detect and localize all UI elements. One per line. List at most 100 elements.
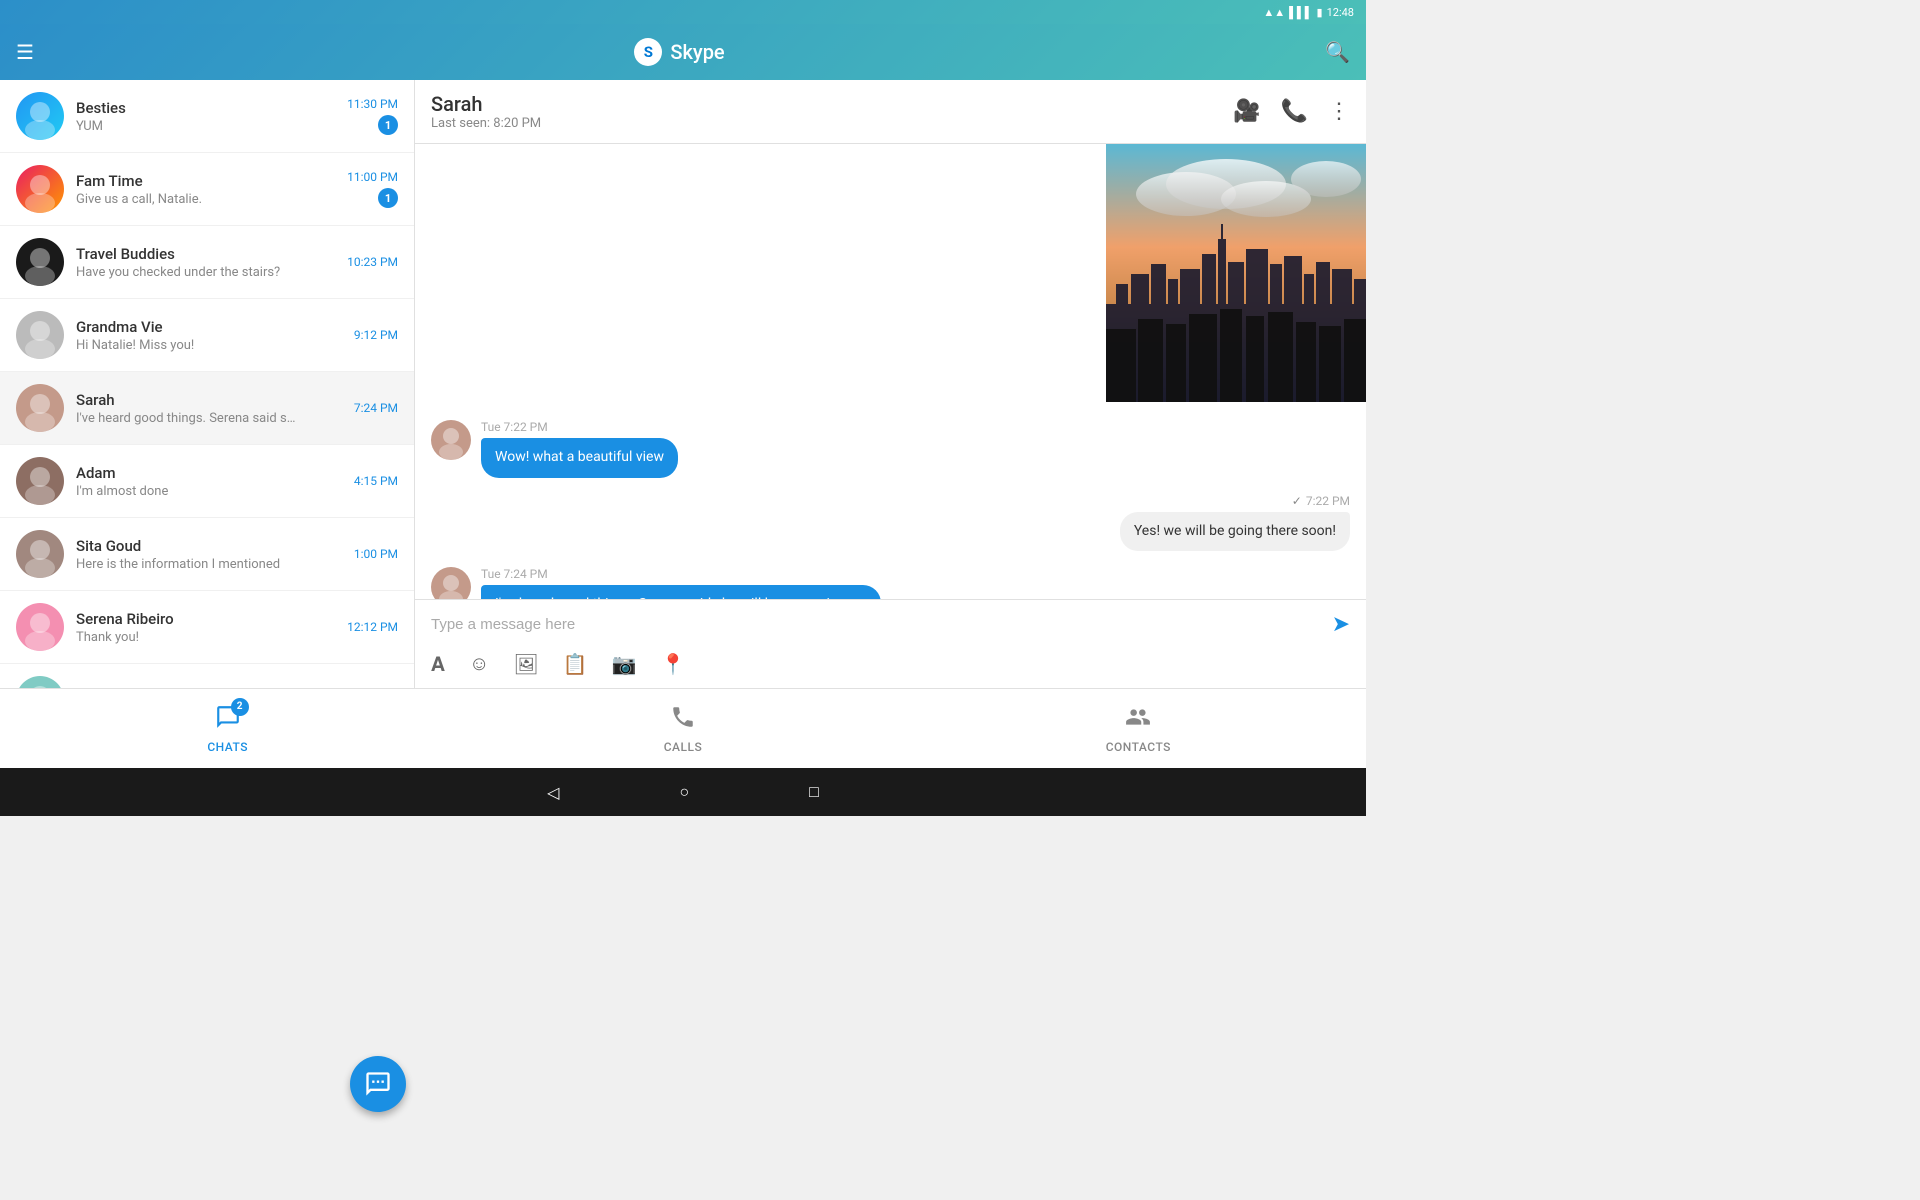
msg-timestamp-m3: Tue 7:24 PM (481, 567, 881, 581)
chat-list-item-fam-time[interactable]: Fam Time Give us a call, Natalie. 11:00 … (0, 153, 414, 226)
search-icon: 🔍 (1325, 40, 1350, 64)
chat-header-actions: 🎥 📞 ⋮ (1233, 99, 1350, 124)
chat-list-item-grandma-vie[interactable]: Grandma Vie Hi Natalie! Miss you! 9:12 P… (0, 299, 414, 372)
chat-list-item-kadii-bell[interactable]: Kadii Bell 12:05 PM (0, 664, 414, 688)
menu-icon: ☰ (16, 40, 34, 64)
chat-info-grandma-vie: Grandma Vie Hi Natalie! Miss you! (76, 318, 346, 353)
chat-list-item-sarah[interactable]: Sarah I've heard good things. Serena sai… (0, 372, 414, 445)
emoji-icon[interactable]: ☺ (469, 651, 489, 676)
chat-time-besties: 11:30 PM (347, 97, 398, 111)
msg-bubble-m3: I've heard good things. Serena said she … (481, 585, 881, 599)
recent-apps-button[interactable]: □ (809, 782, 819, 802)
app-title: S Skype (634, 38, 724, 66)
message-row-m1: Tue 7:22 PM Wow! what a beautiful view (431, 420, 1350, 478)
app-header: ☰ S Skype 🔍 (0, 24, 1366, 80)
logo-letter: S (644, 43, 653, 61)
video-call-icon[interactable]: 🎥 (1233, 99, 1260, 124)
chat-name-sita-goud: Sita Goud (76, 537, 346, 555)
home-button[interactable]: ○ (679, 782, 689, 802)
chat-preview-grandma-vie: Hi Natalie! Miss you! (76, 338, 296, 353)
chat-list-item-travel-buddies[interactable]: Travel Buddies Have you checked under th… (0, 226, 414, 299)
chat-meta-adam: 4:15 PM (354, 474, 398, 488)
chat-meta-besties: 11:30 PM 1 (347, 97, 398, 135)
message-input[interactable] (431, 616, 1324, 633)
chat-name-adam: Adam (76, 464, 346, 482)
chat-header: Sarah Last seen: 8:20 PM 🎥 📞 ⋮ (415, 80, 1366, 144)
chat-preview-travel-buddies: Have you checked under the stairs? (76, 265, 296, 280)
chat-list-item-sita-goud[interactable]: Sita Goud Here is the information I ment… (0, 518, 414, 591)
chat-meta-sita-goud: 1:00 PM (354, 547, 398, 561)
chat-info-besties: Besties YUM (76, 99, 339, 134)
message-avatar-m3 (431, 567, 471, 599)
chat-time-travel-buddies: 10:23 PM (347, 255, 398, 269)
chat-avatar-adam (16, 457, 64, 505)
chat-preview-adam: I'm almost done (76, 484, 296, 499)
nav-icon-contacts (1125, 704, 1151, 736)
chat-avatar-serena-ribeiro (16, 603, 64, 651)
text-format-icon[interactable]: 𝐀 (431, 652, 445, 676)
chat-info-sita-goud: Sita Goud Here is the information I ment… (76, 537, 346, 572)
app-name: Skype (670, 40, 724, 64)
new-chat-fab[interactable] (350, 1056, 406, 1112)
chat-info-travel-buddies: Travel Buddies Have you checked under th… (76, 245, 339, 280)
location-icon[interactable]: 📍 (661, 652, 686, 676)
more-options-icon[interactable]: ⋮ (1328, 99, 1350, 124)
chat-time-serena-ribeiro: 12:12 PM (347, 620, 398, 634)
chat-avatar-sita-goud (16, 530, 64, 578)
chat-time-grandma-vie: 9:12 PM (354, 328, 398, 342)
nav-item-calls[interactable]: CALLS (455, 704, 910, 754)
nav-label-contacts: CONTACTS (1106, 740, 1171, 754)
chat-preview-serena-ribeiro: Thank you! (76, 630, 296, 645)
nav-item-contacts[interactable]: CONTACTS (911, 704, 1366, 754)
chat-time-fam-time: 11:00 PM (347, 170, 398, 184)
chat-header-info: Sarah Last seen: 8:20 PM (431, 92, 541, 131)
chat-meta-travel-buddies: 10:23 PM (347, 255, 398, 269)
chat-avatar-fam-time (16, 165, 64, 213)
chat-badge-besties: 1 (378, 115, 398, 135)
chat-preview-besties: YUM (76, 119, 296, 134)
chat-info-serena-ribeiro: Serena Ribeiro Thank you! (76, 610, 339, 645)
chat-name-sarah: Sarah (76, 391, 346, 409)
chat-time-adam: 4:15 PM (354, 474, 398, 488)
chat-list-item-besties[interactable]: Besties YUM 11:30 PM 1 (0, 80, 414, 153)
messages-area: Tue 7:22 PM Wow! what a beautiful view ✓… (415, 144, 1366, 599)
message-toolbar: 𝐀 ☺ 🖼 📋 📷 📍 (431, 647, 1350, 680)
chat-last-seen: Last seen: 8:20 PM (431, 116, 541, 131)
chat-avatar-sarah (16, 384, 64, 432)
chat-name-grandma-vie: Grandma Vie (76, 318, 346, 336)
chat-preview-sarah: I've heard good things. Serena said she … (76, 411, 296, 426)
menu-button[interactable]: ☰ (16, 40, 34, 64)
msg-timestamp-m1: Tue 7:22 PM (481, 420, 678, 434)
search-button[interactable]: 🔍 (1325, 40, 1350, 64)
chat-avatar-kadii-bell (16, 676, 64, 688)
message-row-m3: Tue 7:24 PM I've heard good things. Sere… (431, 567, 1350, 599)
input-area: ➤ 𝐀 ☺ 🖼 📋 📷 📍 (415, 599, 1366, 688)
camera-icon[interactable]: 📷 (612, 652, 637, 676)
message-input-row: ➤ (431, 612, 1350, 637)
chat-list-item-serena-ribeiro[interactable]: Serena Ribeiro Thank you! 12:12 PM (0, 591, 414, 664)
chat-meta-sarah: 7:24 PM (354, 401, 398, 415)
chat-time-sarah: 7:24 PM (354, 401, 398, 415)
nav-label-chats: CHATS (207, 740, 248, 754)
chat-preview-fam-time: Give us a call, Natalie. (76, 192, 296, 207)
chat-name-travel-buddies: Travel Buddies (76, 245, 339, 263)
chat-name-fam-time: Fam Time (76, 172, 339, 190)
send-button[interactable]: ➤ (1332, 612, 1350, 637)
chat-meta-serena-ribeiro: 12:12 PM (347, 620, 398, 634)
voice-call-icon[interactable]: 📞 (1281, 99, 1308, 124)
image-icon[interactable]: 🖼 (513, 652, 538, 676)
status-bar: ▲▲ ▌▌▌ ▮ 12:48 (0, 0, 1366, 24)
nav-icon-chats: 2 (215, 704, 241, 736)
android-nav-bar: ◁ ○ □ (0, 768, 1366, 816)
attachment-icon[interactable]: 📋 (563, 652, 588, 676)
chat-info-sarah: Sarah I've heard good things. Serena sai… (76, 391, 346, 426)
nav-item-chats[interactable]: 2 CHATS (0, 704, 455, 754)
back-button[interactable]: ◁ (547, 783, 559, 802)
message-avatar-m1 (431, 420, 471, 460)
chat-meta-grandma-vie: 9:12 PM (354, 328, 398, 342)
wifi-icon: ▲▲ (1263, 6, 1285, 19)
chat-info-fam-time: Fam Time Give us a call, Natalie. (76, 172, 339, 207)
message-sent-wrap-m2: ✓ 7:22 PM Yes! we will be going there so… (431, 494, 1350, 552)
chat-contact-name: Sarah (431, 92, 541, 116)
chat-list-item-adam[interactable]: Adam I'm almost done 4:15 PM (0, 445, 414, 518)
